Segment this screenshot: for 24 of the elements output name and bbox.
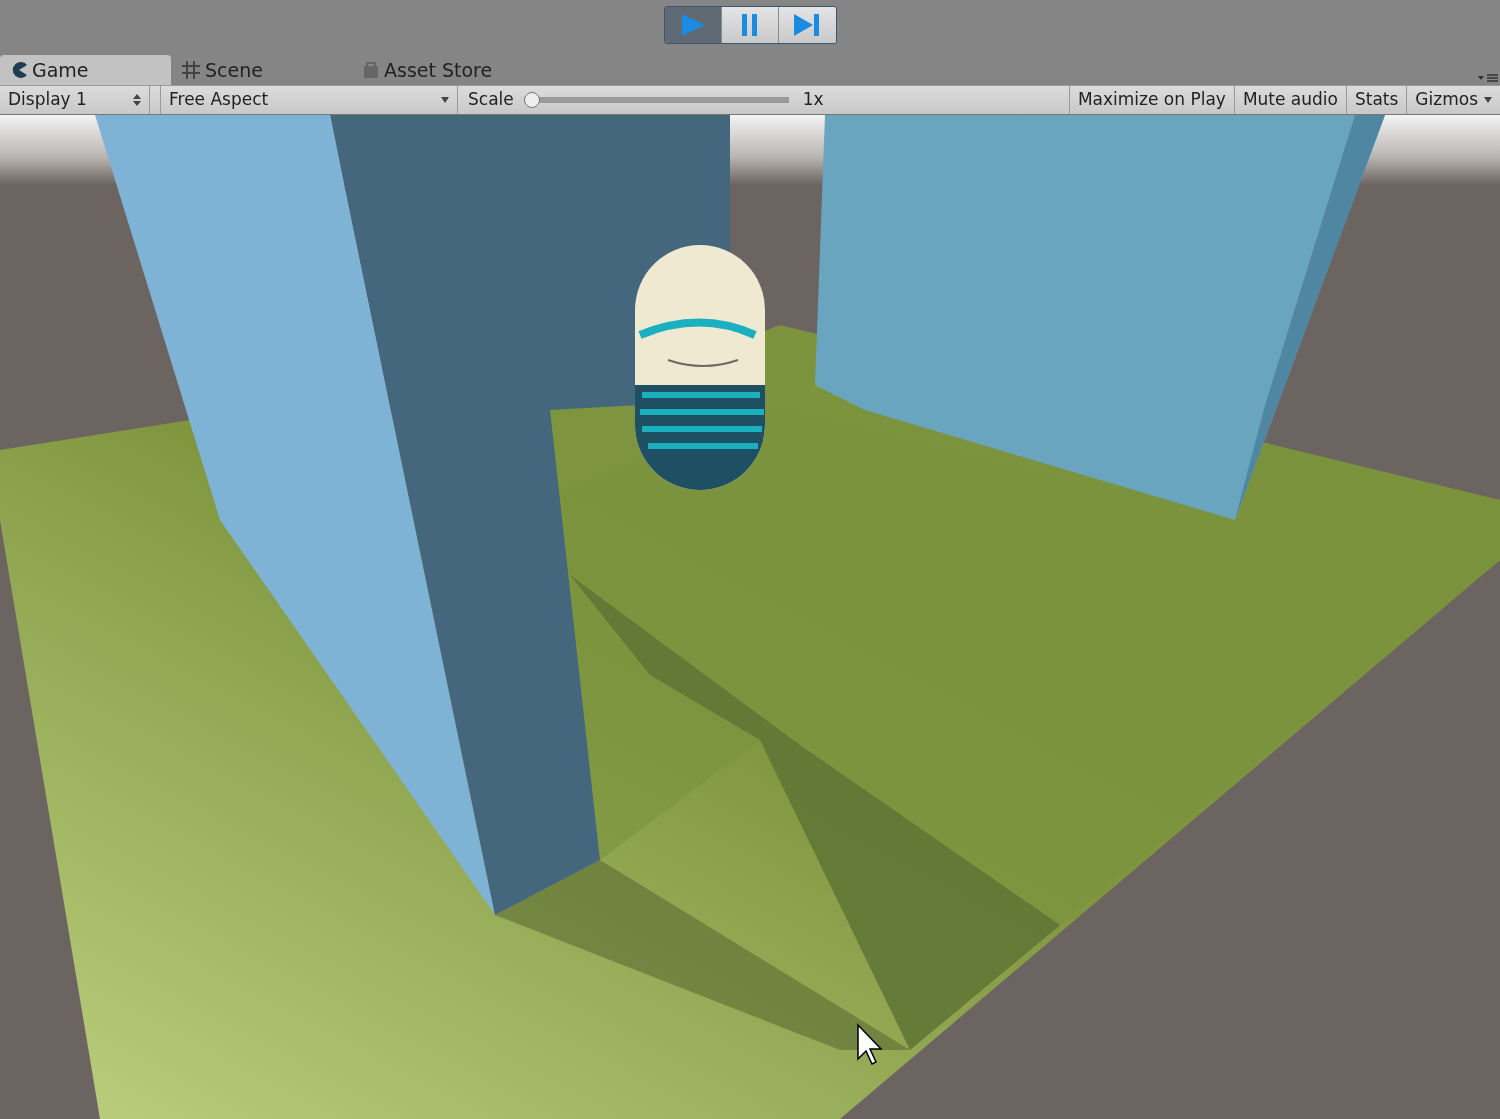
caret-down-icon (441, 97, 449, 103)
pause-button[interactable] (721, 7, 779, 43)
scale-label: Scale (468, 88, 514, 112)
panel-tab[interactable]: Scene (171, 55, 352, 85)
step-button[interactable] (778, 7, 836, 43)
display-dropdown[interactable]: Display 1 (0, 86, 150, 114)
scale-value: 1x (802, 88, 824, 112)
toggle-button[interactable]: Stats (1346, 86, 1408, 114)
panel-tab[interactable]: Game (0, 55, 171, 85)
aspect-dropdown[interactable]: Free Aspect (160, 86, 458, 114)
gizmos-dropdown[interactable]: Gizmos (1407, 86, 1500, 114)
step-icon (793, 13, 821, 37)
toggle-button[interactable]: Mute audio (1234, 86, 1347, 114)
shopping-bag-icon (362, 61, 380, 79)
pacman-icon (10, 61, 28, 79)
panel-menu-icon[interactable] (1478, 73, 1498, 83)
toggle-button[interactable]: Maximize on Play (1068, 86, 1235, 114)
panel-tab[interactable]: Asset Store (352, 55, 533, 85)
pause-icon (739, 13, 760, 37)
caret-down-icon (1484, 97, 1492, 103)
grid-icon (181, 60, 201, 80)
play-button[interactable] (664, 7, 722, 43)
up-down-arrows-icon (133, 93, 141, 107)
play-icon (679, 13, 706, 37)
